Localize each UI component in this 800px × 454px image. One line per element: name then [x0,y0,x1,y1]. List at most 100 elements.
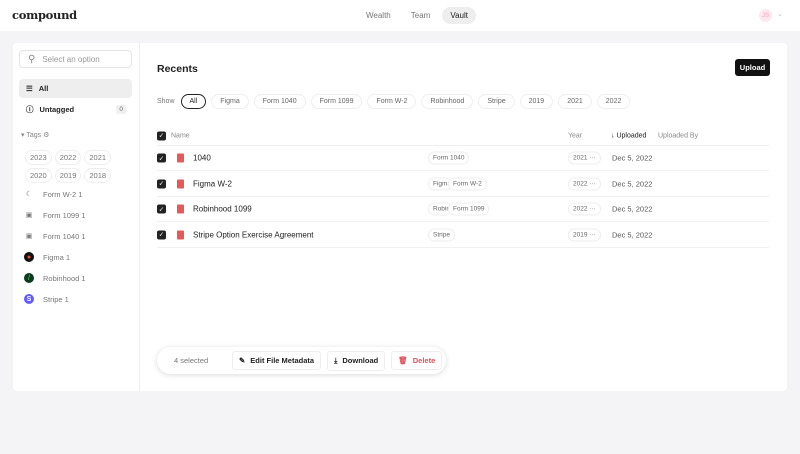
year-chip[interactable]: 2019 ··· [568,228,601,241]
year-value: 2022 [573,180,588,187]
filter-chip[interactable]: 2021 [558,94,592,109]
delete-label: Delete [412,356,436,365]
file-name[interactable]: Robinhood 1099 [193,205,252,214]
filter-chip[interactable]: Figma [211,94,249,109]
selection-action-bar: 4 selected ✎ Edit File Metadata ⤓ Download… [157,347,446,374]
figma-logo-icon: ● [24,252,34,262]
filter-chip[interactable]: Robinhood [421,94,474,109]
tag-list: Stripe [428,228,455,241]
more-icon[interactable]: ··· [589,231,596,238]
sidebar: ⚲ Select an option ☰ All ⓘ Untagged 0 ▾ Ta… [13,43,140,391]
year-chip[interactable]: 2022 [54,150,82,165]
sidebar-item-untagged[interactable]: ⓘ Untagged 0 [19,100,132,119]
tag-chip[interactable]: Form 1099 [448,202,490,216]
pdf-file-icon [177,230,184,239]
logo: compound [12,8,77,22]
row-checkbox[interactable]: ✓ [157,179,166,188]
nav-wealth[interactable]: Wealth [358,7,399,24]
year-value: 2019 [573,231,588,238]
file-name[interactable]: Stripe Option Exercise Agreement [193,230,314,239]
table-row[interactable]: ✓ Stripe Option Exercise Agreement Strip… [157,223,769,248]
list-icon: ☰ [26,84,33,93]
table-row[interactable]: ✓ Robinhood 1099 RobinhoodForm 1099 2022… [157,197,769,222]
row-checkbox[interactable]: ✓ [157,204,166,214]
tag-robinhood[interactable]: / Robinhood 1 [24,273,86,283]
file-name[interactable]: Figma W-2 [193,179,232,188]
filter-chip[interactable]: Form 1040 [253,94,306,109]
download-label: Download [342,356,379,365]
moon-icon: ☾ [25,191,33,198]
more-icon[interactable]: ··· [589,180,596,187]
tag-form-1040[interactable]: ▣ Form 1040 1 [24,231,86,241]
tag-chip[interactable]: Form 1040 [428,151,470,165]
tag-form-1099[interactable]: ▣ Form 1099 1 [24,210,86,220]
trash-icon: 🗑 [398,356,408,365]
tag-label: Form W-2 1 [43,189,83,199]
pdf-file-icon [177,153,184,163]
row-checkbox[interactable]: ✓ [157,153,166,163]
column-year[interactable]: Year [568,132,582,139]
sidebar-item-all[interactable]: ☰ All [19,79,132,98]
tag-chip[interactable]: Stripe [428,228,455,241]
tag-form-w2[interactable]: ☾ Form W-2 1 [24,189,83,199]
avatar[interactable]: JS [759,9,772,22]
column-uploaded[interactable]: ↓ Uploaded [611,132,646,139]
gear-icon[interactable]: ⚙ [43,132,49,139]
tag-label: Figma 1 [43,252,71,262]
tag-chip[interactable]: Form W-2 [448,177,487,190]
edit-label: Edit File Metadata [250,356,315,365]
edit-metadata-button[interactable]: ✎ Edit File Metadata [232,351,322,370]
filter-chip[interactable]: 2019 [519,94,554,109]
sidebar-item-label: All [38,84,49,93]
uploaded-date: Dec 5, 2022 [612,230,653,239]
tags-header[interactable]: ▾ Tags ⚙ [21,131,49,139]
form-icon: ▣ [25,233,33,240]
tag-list: Figma Form W-2 [428,177,487,190]
more-icon[interactable]: ··· [589,206,596,213]
tag-label: Form 1040 1 [43,231,86,241]
tag-list: RobinhoodForm 1099 [428,202,490,216]
year-value: 2022 [573,205,588,213]
tag-figma[interactable]: ● Figma 1 [24,252,70,262]
year-chip[interactable]: 2020 [25,168,52,183]
tags-label: Tags [26,132,42,139]
table-row[interactable]: ✓ 1040 Form 1040 2021 ··· Dec 5, 2022 [157,146,769,171]
main-nav: Wealth Team Vault [358,7,476,24]
filter-bar: Show All Figma Form 1040 Form 1099 Form … [157,94,631,109]
filter-chip[interactable]: Form 1099 [310,94,363,109]
column-name[interactable]: Name [171,132,190,139]
nav-team[interactable]: Team [403,7,439,24]
tag-label: Form 1099 1 [43,210,86,220]
column-uploaded-by[interactable]: Uploaded By [658,132,698,139]
search-input[interactable]: ⚲ Select an option [19,50,132,68]
select-all-checkbox[interactable]: ✓ [157,131,166,140]
chevron-down-icon[interactable]: ⌄ [777,10,783,18]
filter-chip[interactable]: 2022 [596,94,631,109]
filter-chip[interactable]: Form W-2 [367,94,417,109]
year-chip[interactable]: 2018 [84,168,112,183]
year-chip[interactable]: 2023 [25,150,52,165]
filter-chip[interactable]: Stripe [478,94,515,109]
uploaded-date: Dec 5, 2022 [612,204,653,214]
nav-vault[interactable]: Vault [442,7,476,24]
uploaded-date: Dec 5, 2022 [612,153,653,163]
tag-stripe[interactable]: S Stripe 1 [24,294,69,304]
year-chips: 2023 2022 2021 2020 2019 2018 [25,150,135,183]
filter-chip[interactable]: All [180,94,207,109]
year-chip[interactable]: 2021 ··· [568,151,601,165]
year-chip[interactable]: 2022 ··· [568,177,601,190]
upload-button[interactable]: Upload [735,59,770,76]
search-icon: ⚲ [28,53,36,65]
delete-button[interactable]: 🗑 Delete [391,351,443,370]
download-button[interactable]: ⤓ Download [327,350,386,371]
table-header: ✓ Name Year ↓ Uploaded Uploaded By [157,126,769,146]
year-chip[interactable]: 2019 [54,168,82,183]
table-row[interactable]: ✓ Figma W-2 Figma Form W-2 2022 ··· Dec 5… [157,172,769,197]
more-icon[interactable]: ··· [589,155,596,162]
top-bar: compound Wealth Team Vault JS ⌄ [0,0,800,31]
year-chip[interactable]: 2021 [84,150,112,165]
row-checkbox[interactable]: ✓ [157,230,166,239]
question-icon: ⓘ [26,105,34,114]
year-chip[interactable]: 2022 ··· [568,202,601,216]
file-name[interactable]: 1040 [193,154,211,163]
